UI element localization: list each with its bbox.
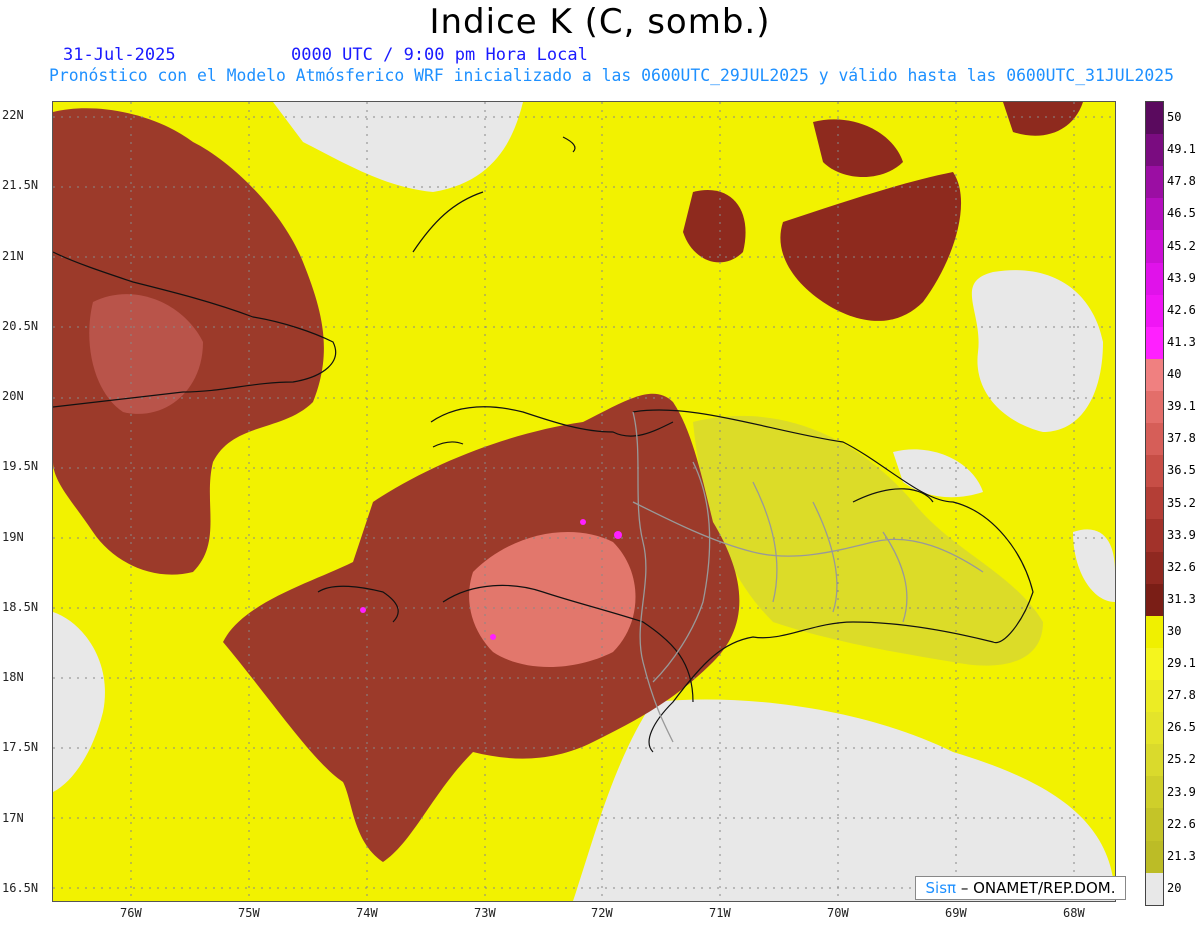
colorbar [1145, 101, 1164, 906]
lon-label: 74W [356, 906, 378, 920]
lat-label: 21N [2, 249, 24, 263]
colorbar-segment [1146, 102, 1163, 135]
forecast-description: Pronóstico con el Modelo Atmósferico WRF… [49, 66, 1174, 85]
credit-box: Sisπ – ONAMET/REP.DOM. [915, 876, 1126, 900]
lat-label: 17.5N [2, 740, 39, 754]
lat-label: 19.5N [2, 459, 39, 473]
lon-label: 69W [945, 906, 967, 920]
colorbar-segment [1146, 294, 1163, 327]
colorbar-segment [1146, 744, 1163, 777]
colorbar-label: 43.9 [1167, 270, 1196, 285]
colorbar-segment [1146, 712, 1163, 745]
colorbar-label: 33.9 [1167, 527, 1196, 542]
lon-label: 70W [827, 906, 849, 920]
colorbar-label: 47.8 [1167, 174, 1196, 189]
colorbar-segment [1146, 679, 1163, 713]
k-index-map [52, 101, 1116, 902]
valid-date: 31-Jul-2025 [63, 45, 176, 65]
peak-spot-2 [580, 519, 586, 525]
colorbar-segment [1146, 808, 1163, 841]
colorbar-label: 27.8 [1167, 688, 1196, 703]
lon-label: 76W [120, 906, 142, 920]
colorbar-segment [1146, 326, 1163, 359]
colorbar-label: 21.3 [1167, 848, 1196, 863]
colorbar-label: 23.9 [1167, 784, 1196, 799]
lat-label: 18N [2, 670, 24, 684]
colorbar-label: 50 [1167, 110, 1182, 125]
map-canvas [53, 102, 1115, 901]
credit-text: – ONAMET/REP.DOM. [956, 879, 1116, 897]
colorbar-label: 39.1 [1167, 399, 1196, 414]
colorbar-segment [1146, 423, 1163, 456]
colorbar-label: 41.3 [1167, 334, 1196, 349]
colorbar-label: 22.6 [1167, 816, 1196, 831]
lat-label: 16.5N [2, 881, 39, 895]
colorbar-segment [1146, 776, 1163, 809]
colorbar-segment [1146, 840, 1163, 873]
colorbar-label: 30 [1167, 623, 1182, 638]
lat-label: 19N [2, 530, 24, 544]
valid-time: 0000 UTC / 9:00 pm Hora Local [291, 45, 588, 65]
colorbar-segment [1146, 615, 1163, 648]
colorbar-segment [1146, 390, 1163, 424]
colorbar-label: 20 [1167, 880, 1182, 895]
colorbar-label: 37.8 [1167, 431, 1196, 446]
colorbar-segment [1146, 134, 1163, 167]
lat-label: 17N [2, 811, 24, 825]
colorbar-segment [1146, 647, 1163, 680]
colorbar-label: 45.2 [1167, 238, 1196, 253]
colorbar-label: 31.3 [1167, 591, 1196, 606]
lat-label: 20.5N [2, 319, 39, 333]
colorbar-segment [1146, 230, 1163, 263]
lat-label: 18.5N [2, 600, 39, 614]
peak-spot-1 [614, 531, 622, 539]
colorbar-label: 26.5 [1167, 720, 1196, 735]
colorbar-segment [1146, 519, 1163, 552]
lon-label: 73W [474, 906, 496, 920]
colorbar-label: 29.1 [1167, 656, 1196, 671]
colorbar-segment [1146, 358, 1163, 391]
colorbar-label: 25.2 [1167, 752, 1196, 767]
map-title: Indice K (C, somb.) [429, 2, 771, 42]
lat-label: 20N [2, 389, 24, 403]
colorbar-label: 42.6 [1167, 302, 1196, 317]
lon-label: 71W [709, 906, 731, 920]
lon-label: 75W [238, 906, 260, 920]
lat-label: 22N [2, 108, 24, 122]
colorbar-label: 40 [1167, 367, 1182, 382]
lat-label: 21.5N [2, 178, 39, 192]
lon-label: 72W [591, 906, 613, 920]
colorbar-label: 36.5 [1167, 463, 1196, 478]
credit-logo-text: Sisπ [925, 879, 957, 897]
colorbar-segment [1146, 455, 1163, 488]
colorbar-segment [1146, 551, 1163, 584]
colorbar-segment [1146, 262, 1163, 295]
peak-spot-3 [490, 634, 496, 640]
colorbar-segment [1146, 583, 1163, 616]
colorbar-segment [1146, 872, 1163, 905]
colorbar-label: 49.1 [1167, 142, 1196, 157]
colorbar-label: 32.6 [1167, 559, 1196, 574]
colorbar-label: 35.2 [1167, 495, 1196, 510]
colorbar-segment [1146, 166, 1163, 199]
colorbar-segment [1146, 487, 1163, 520]
colorbar-segment [1146, 198, 1163, 231]
lon-label: 68W [1063, 906, 1085, 920]
colorbar-label: 46.5 [1167, 206, 1196, 221]
